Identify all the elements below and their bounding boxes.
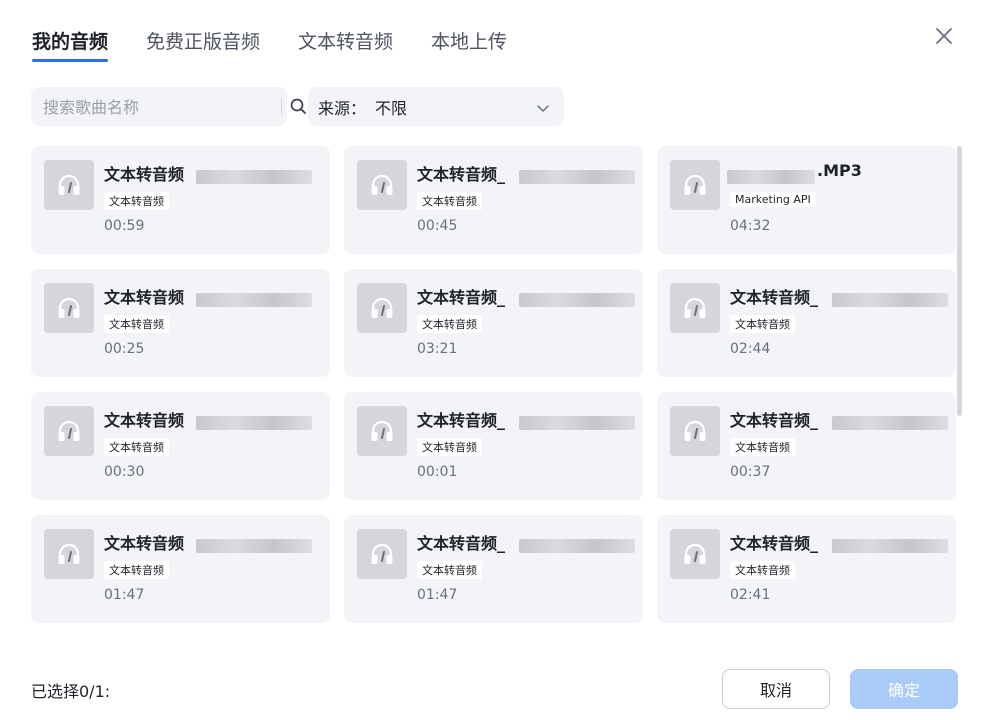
audio-title: 文本转音频_ (417, 288, 506, 307)
redacted-title-text (727, 170, 815, 184)
audio-card[interactable]: 文本转音频_ 文本转音频 03:21 (344, 269, 643, 377)
redacted-title-text (832, 293, 948, 307)
audio-title: 文本转音频_ (730, 411, 819, 430)
audio-card[interactable]: 文本转音频 文本转音频 00:25 (31, 269, 330, 377)
audio-title: .MP3 (817, 161, 862, 180)
audio-source-tag: 文本转音频 (730, 561, 795, 579)
headphones-icon (357, 406, 407, 456)
audio-source-tag: 文本转音频 (417, 315, 482, 333)
close-icon[interactable] (930, 22, 958, 50)
audio-source-tag: 文本转音频 (417, 561, 482, 579)
audio-card[interactable]: 文本转音频 文本转音频 01:47 (31, 515, 330, 623)
headphones-icon (357, 283, 407, 333)
redacted-title-text (196, 416, 312, 430)
audio-source-tag: 文本转音频 (417, 438, 482, 456)
tab-my-audio[interactable]: 我的音频 (32, 28, 109, 62)
scrollbar[interactable] (957, 146, 962, 416)
audio-duration: 03:21 (417, 341, 458, 357)
audio-card[interactable]: 文本转音频_ 文本转音频 00:01 (344, 392, 643, 500)
audio-duration: 02:44 (730, 341, 771, 357)
selection-count: 已选择0/1: (31, 682, 111, 701)
audio-title: 文本转音频_ (730, 534, 819, 553)
redacted-title-text (832, 416, 948, 430)
source-label: 来源： (318, 99, 367, 118)
audio-title: 文本转音频 (104, 288, 185, 307)
redacted-title-text (519, 170, 635, 184)
headphones-icon (670, 283, 720, 333)
headphones-icon (357, 160, 407, 210)
search-box (31, 87, 306, 126)
headphones-icon (670, 160, 720, 210)
audio-grid: 文本转音频 文本转音频 00:59 文本转音频_ 文本转音频 00:45 .MP3 Marke… (31, 146, 956, 626)
redacted-title-text (519, 293, 635, 307)
redacted-title-text (519, 416, 635, 430)
audio-duration: 00:37 (730, 464, 771, 480)
confirm-button[interactable]: 确定 (850, 669, 958, 709)
redacted-title-text (196, 170, 312, 184)
search-divider (281, 98, 282, 116)
audio-title: 文本转音频 (104, 411, 185, 430)
audio-title: 文本转音频 (104, 534, 185, 553)
headphones-icon (670, 529, 720, 579)
audio-card[interactable]: 文本转音频_ 文本转音频 01:47 (344, 515, 643, 623)
audio-source-tag: 文本转音频 (104, 192, 169, 210)
tab-text-to-audio[interactable]: 文本转音频 (298, 28, 393, 62)
audio-source-tag: Marketing API (730, 192, 816, 207)
source-dropdown[interactable]: 来源： 不限 (308, 87, 564, 126)
audio-title: 文本转音频_ (417, 534, 506, 553)
audio-duration: 01:47 (104, 587, 145, 603)
headphones-icon (44, 283, 94, 333)
audio-card[interactable]: 文本转音频 文本转音频 00:59 (31, 146, 330, 254)
audio-source-tag: 文本转音频 (104, 438, 169, 456)
headphones-icon (44, 406, 94, 456)
headphones-icon (357, 529, 407, 579)
audio-card[interactable]: .MP3 Marketing API 04:32 (657, 146, 956, 254)
headphones-icon (670, 406, 720, 456)
search-input[interactable] (41, 93, 255, 122)
audio-source-tag: 文本转音频 (104, 561, 169, 579)
audio-duration: 00:30 (104, 464, 145, 480)
audio-title: 文本转音频 (104, 165, 185, 184)
audio-card[interactable]: 文本转音频 文本转音频 00:30 (31, 392, 330, 500)
redacted-title-text (196, 539, 312, 553)
cancel-button[interactable]: 取消 (722, 669, 830, 709)
audio-card[interactable]: 文本转音频_ 文本转音频 00:45 (344, 146, 643, 254)
audio-card[interactable]: 文本转音频_ 文本转音频 02:41 (657, 515, 956, 623)
audio-duration: 01:47 (417, 587, 458, 603)
audio-source-tag: 文本转音频 (730, 438, 795, 456)
audio-duration: 02:41 (730, 587, 771, 603)
audio-source-tag: 文本转音频 (417, 192, 482, 210)
redacted-title-text (196, 293, 312, 307)
audio-duration: 00:25 (104, 341, 145, 357)
audio-title: 文本转音频_ (417, 411, 506, 430)
audio-card[interactable]: 文本转音频_ 文本转音频 02:44 (657, 269, 956, 377)
audio-duration: 04:32 (730, 218, 771, 234)
search-icon[interactable] (289, 97, 308, 116)
audio-duration: 00:01 (417, 464, 458, 480)
audio-source-tag: 文本转音频 (104, 315, 169, 333)
tab-local-upload[interactable]: 本地上传 (431, 28, 507, 62)
headphones-icon (44, 160, 94, 210)
audio-title: 文本转音频_ (417, 165, 506, 184)
tab-bar: 我的音频 免费正版音频 文本转音频 本地上传 (32, 28, 545, 62)
headphones-icon (44, 529, 94, 579)
chevron-down-icon (536, 100, 550, 114)
tab-free-licensed-audio[interactable]: 免费正版音频 (146, 28, 260, 62)
redacted-title-text (832, 539, 948, 553)
audio-title: 文本转音频_ (730, 288, 819, 307)
audio-duration: 00:45 (417, 218, 458, 234)
audio-duration: 00:59 (104, 218, 145, 234)
redacted-title-text (519, 539, 635, 553)
audio-source-tag: 文本转音频 (730, 315, 795, 333)
source-value: 不限 (375, 99, 408, 118)
audio-card[interactable]: 文本转音频_ 文本转音频 00:37 (657, 392, 956, 500)
